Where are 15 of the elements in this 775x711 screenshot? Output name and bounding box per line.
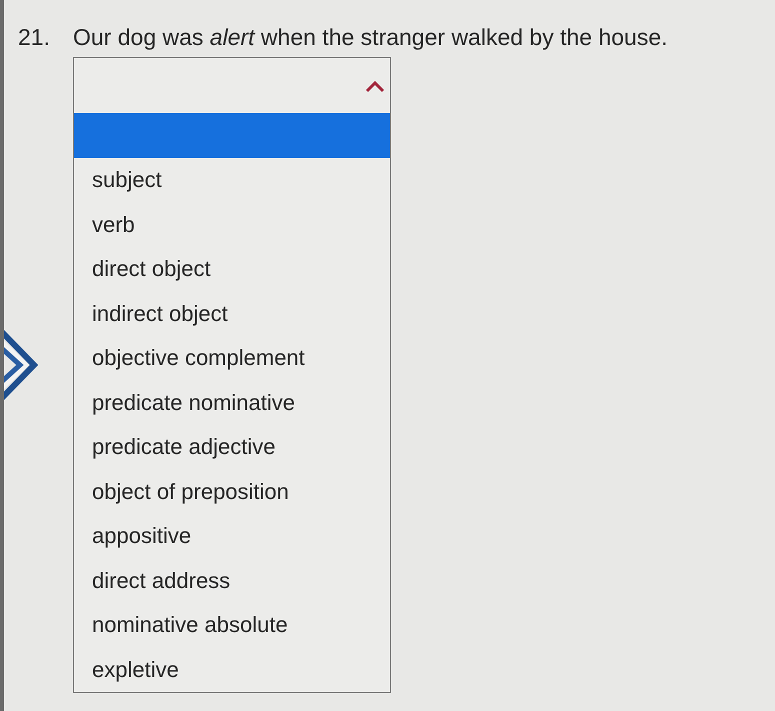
dropdown-option[interactable]: expletive (74, 647, 390, 692)
dropdown-option[interactable] (74, 113, 390, 158)
dropdown-option[interactable]: subject (74, 158, 390, 202)
dropdown-option[interactable]: indirect object (74, 291, 390, 336)
question-number: 21. (18, 23, 51, 52)
dropdown-option[interactable]: object of preposition (74, 469, 390, 514)
dropdown-option[interactable]: predicate adjective (74, 424, 390, 469)
dropdown-option[interactable]: objective complement (74, 336, 390, 380)
dropdown-option[interactable]: appositive (74, 514, 390, 558)
dropdown-option[interactable]: direct address (74, 558, 390, 602)
dropdown-option[interactable]: direct object (74, 246, 390, 291)
dropdown-option[interactable]: verb (74, 202, 390, 246)
dropdown-option[interactable]: predicate nominative (74, 380, 390, 424)
dropdown-option[interactable]: nominative absolute (74, 602, 390, 647)
question-text: Our dog was alert when the stranger walked by the house. (73, 23, 668, 52)
